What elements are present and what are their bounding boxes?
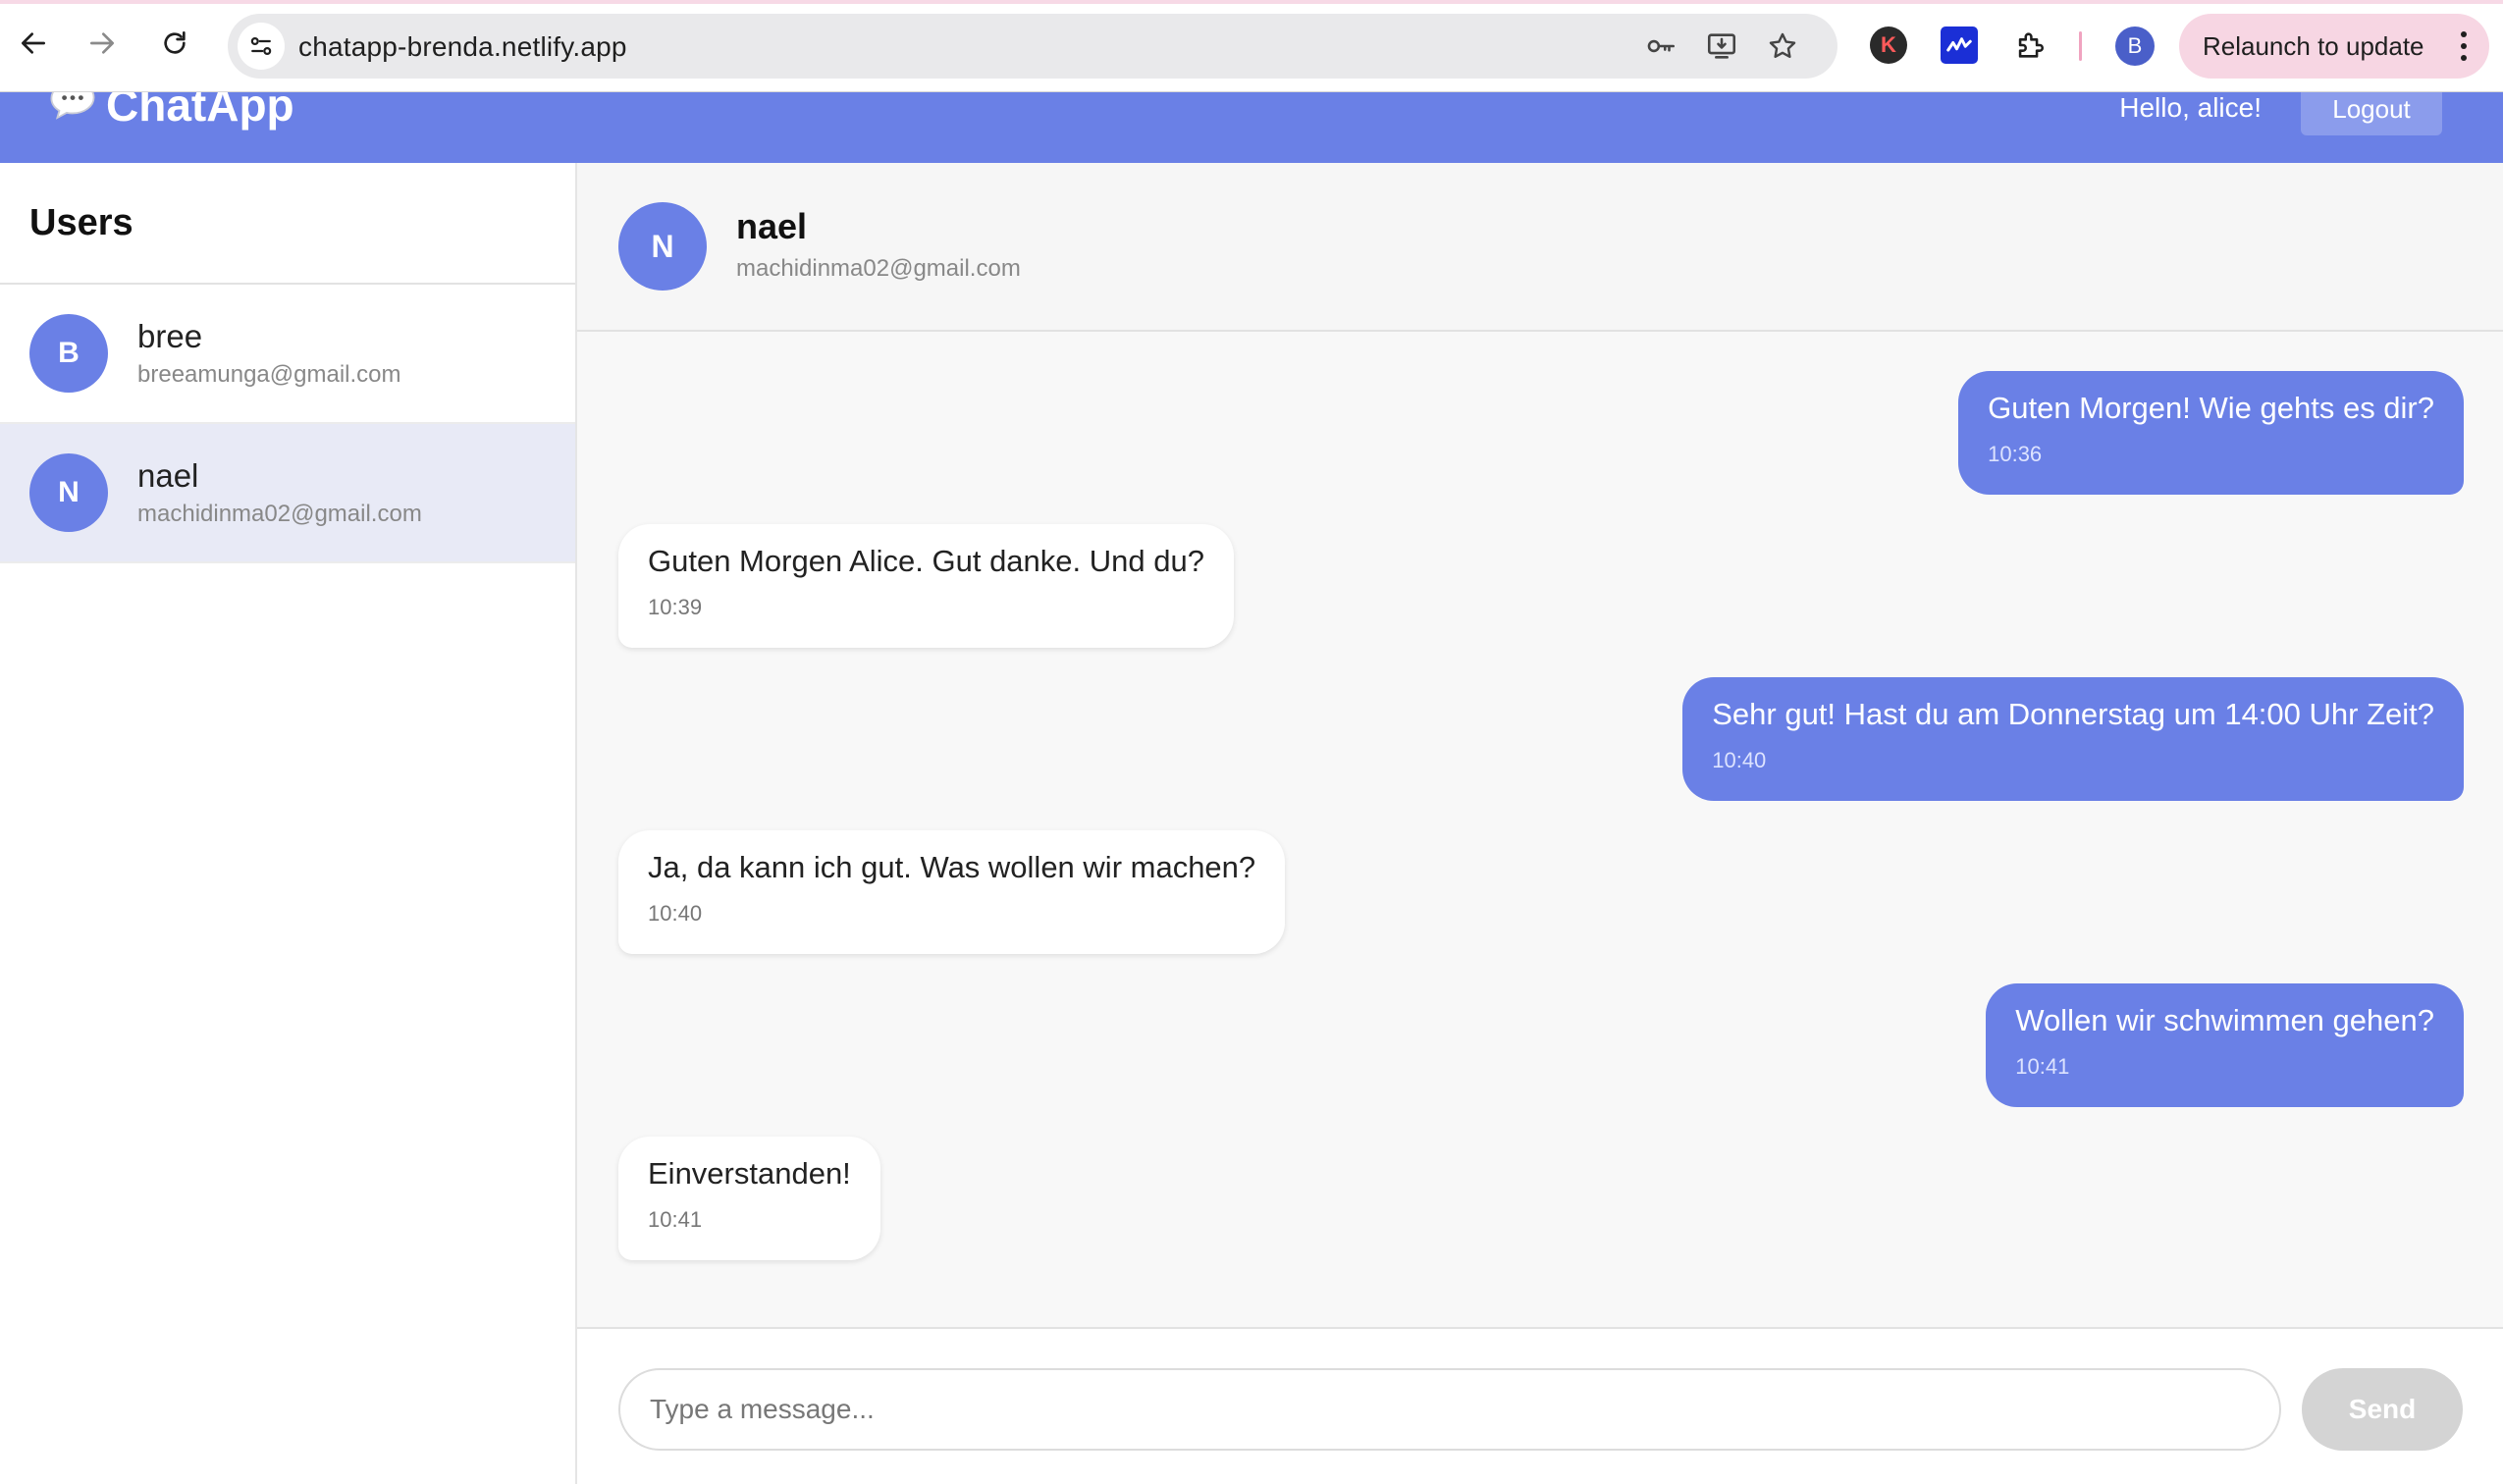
avatar: N <box>29 453 108 532</box>
app-logo: ChatApp <box>49 92 294 132</box>
message-time: 10:40 <box>1712 748 1767 772</box>
toolbar-divider <box>2079 31 2082 61</box>
message-text: Einverstanden! <box>648 1156 851 1191</box>
url-text[interactable]: chatapp-brenda.netlify.app <box>298 31 627 63</box>
site-info-icon[interactable] <box>238 23 285 70</box>
bookmark-star-icon[interactable] <box>1765 28 1800 64</box>
greeting-text: Hello, alice! <box>2119 92 2262 123</box>
user-name: nael <box>137 457 199 494</box>
message-time: 10:39 <box>648 595 703 619</box>
tab-strip-accent <box>0 0 2503 4</box>
avatar: B <box>29 314 108 393</box>
message-list[interactable]: Guten Morgen! Wie gehts es dir? 10:36 Gu… <box>577 332 2503 1327</box>
k-extension-icon[interactable]: K <box>1870 26 1907 64</box>
forward-arrow-icon[interactable] <box>80 22 124 65</box>
address-bar[interactable]: chatapp-brenda.netlify.app <box>228 14 1837 79</box>
users-sidebar: Users B bree breeamunga@gmail.com N nael… <box>0 163 577 1484</box>
chat-bubble-icon <box>49 92 96 132</box>
message-bubble-sent: Sehr gut! Hast du am Donnerstag um 14:00… <box>1682 677 2464 801</box>
message-bubble-received: Einverstanden! 10:41 <box>618 1137 880 1260</box>
chat-panel: N nael machidinma02@gmail.com Guten Morg… <box>577 163 2503 1484</box>
user-email: machidinma02@gmail.com <box>137 501 422 527</box>
message-text: Sehr gut! Hast du am Donnerstag um 14:00… <box>1712 697 2434 731</box>
message-bubble-sent: Wollen wir schwimmen gehen? 10:41 <box>1986 983 2464 1107</box>
send-button[interactable]: Send <box>2302 1368 2463 1451</box>
message-text: Guten Morgen Alice. Gut danke. Und du? <box>648 544 1204 578</box>
message-time: 10:41 <box>648 1207 703 1232</box>
chart-extension-icon[interactable] <box>1941 26 1978 64</box>
profile-avatar[interactable]: B <box>2115 26 2155 66</box>
message-time: 10:41 <box>2015 1054 2070 1079</box>
message-bubble-received: Ja, da kann ich gut. Was wollen wir mach… <box>618 830 1286 954</box>
message-bubble-received: Guten Morgen Alice. Gut danke. Und du? 1… <box>618 524 1234 648</box>
relaunch-label: Relaunch to update <box>2203 30 2424 61</box>
user-email: breeamunga@gmail.com <box>137 361 401 388</box>
logout-button[interactable]: Logout <box>2301 92 2442 135</box>
user-list-item-bree[interactable]: B bree breeamunga@gmail.com <box>0 285 575 424</box>
browser-toolbar: chatapp-brenda.netlify.app K B Relaunch … <box>0 0 2503 92</box>
sidebar-title: Users <box>0 163 575 285</box>
message-time: 10:40 <box>648 901 703 926</box>
message-composer: Send <box>577 1327 2503 1484</box>
back-arrow-icon[interactable] <box>12 22 55 65</box>
message-input[interactable] <box>618 1368 2281 1451</box>
message-bubble-sent: Guten Morgen! Wie gehts es dir? 10:36 <box>1958 371 2464 495</box>
password-key-icon[interactable] <box>1643 28 1678 64</box>
reload-icon[interactable] <box>153 22 196 65</box>
contact-avatar: N <box>618 202 707 291</box>
contact-email: machidinma02@gmail.com <box>736 255 1021 282</box>
kebab-menu-icon[interactable] <box>2460 31 2468 61</box>
message-text: Ja, da kann ich gut. Was wollen wir mach… <box>648 850 1256 884</box>
user-name: bree <box>137 318 203 354</box>
puzzle-extensions-icon[interactable] <box>2011 26 2049 64</box>
message-text: Wollen wir schwimmen gehen? <box>2015 1003 2434 1037</box>
app-title: ChatApp <box>106 92 294 131</box>
install-app-icon[interactable] <box>1704 28 1739 64</box>
chat-header: N nael machidinma02@gmail.com <box>577 163 2503 332</box>
app-header: ChatApp Hello, alice! Logout <box>0 92 2503 163</box>
user-list-item-nael[interactable]: N nael machidinma02@gmail.com <box>0 424 575 563</box>
contact-name: nael <box>736 206 808 246</box>
message-time: 10:36 <box>1988 442 2043 466</box>
relaunch-to-update-button[interactable]: Relaunch to update <box>2179 14 2489 79</box>
message-text: Guten Morgen! Wie gehts es dir? <box>1988 391 2434 425</box>
